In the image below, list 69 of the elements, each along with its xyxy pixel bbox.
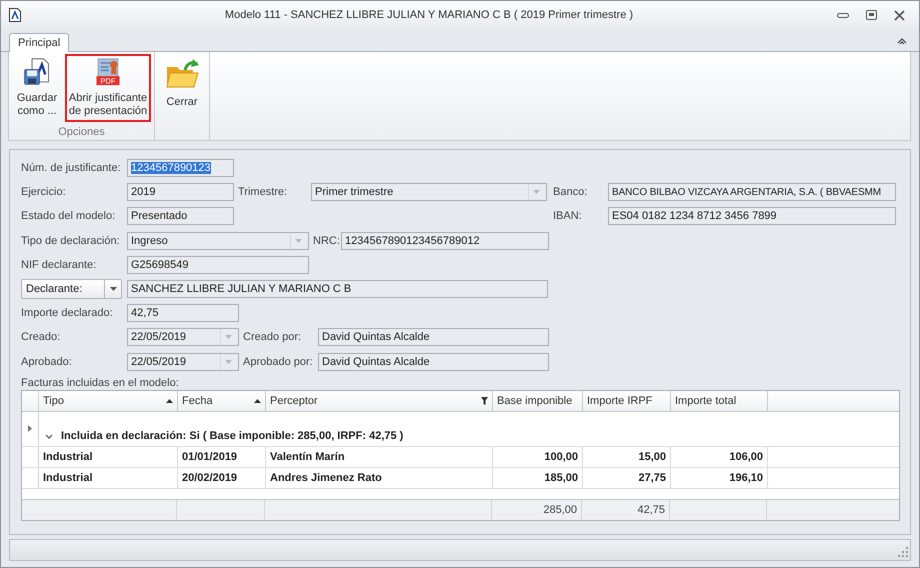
field-label: Estado del modelo: <box>21 210 116 222</box>
grid-caption: Facturas incluidas en el modelo: <box>21 376 180 390</box>
document-icon <box>9 8 21 22</box>
table-cell: Andres Jimenez Rato <box>266 468 493 488</box>
text-field[interactable]: 42,75 <box>127 304 239 322</box>
text-field[interactable]: Presentado <box>127 207 234 226</box>
field-label: Creado por: <box>243 331 302 344</box>
ribbon-tab[interactable]: Principal <box>9 33 70 52</box>
text-field[interactable]: 2019 <box>127 183 234 202</box>
field-label: NIF declarante: <box>21 258 98 271</box>
group-row-label: Incluida en declaración: Si ( Base imponible: 285,00, IRPF: 42,75 ) <box>61 430 404 442</box>
table-cell: Industrial <box>39 446 178 467</box>
field-label: IBAN: <box>553 210 583 222</box>
field-label: Tipo de declaración: <box>21 234 121 247</box>
field-label: Aprobado: <box>21 356 73 368</box>
total-value: 42,75 <box>637 504 665 516</box>
field-label: Ejercicio: <box>21 186 67 198</box>
column-header[interactable]: Importe IRPF <box>583 390 671 411</box>
table-cell: Industrial <box>39 468 178 488</box>
text-field[interactable]: David Quintas Alcalde <box>318 328 549 346</box>
table-cell: 01/01/2019 <box>178 446 266 467</box>
column-header[interactable]: Base imponible <box>493 390 583 411</box>
text-field[interactable]: BANCO BILBAO VIZCAYA ARGENTARIA, S.A. ( BBVAESMM <box>608 183 896 202</box>
field-label: Núm. de justificante: <box>21 162 122 174</box>
collapse-ribbon-icon[interactable] <box>897 37 907 45</box>
minimize-icon[interactable] <box>837 11 849 19</box>
row-indicator-icon <box>28 425 32 432</box>
total-value: 285,00 <box>543 504 577 516</box>
group-label: Opciones <box>58 126 105 140</box>
dropdown-field[interactable]: 22/05/2019 <box>127 328 239 346</box>
dropdown-field[interactable]: Ingreso <box>127 232 309 250</box>
column-header[interactable]: Importe total <box>671 390 768 411</box>
dropdown-field[interactable]: 22/05/2019 <box>127 352 239 371</box>
text-field[interactable]: 1234567890123456789012 <box>341 232 549 250</box>
table-cell: 185,00 <box>493 468 583 488</box>
declarant-type-dropdown[interactable]: Declarante: <box>21 279 122 300</box>
filter-icon[interactable] <box>481 396 488 405</box>
column-header[interactable]: Tipo <box>39 390 178 411</box>
table-cell: Valentín Marín <box>266 446 493 467</box>
folder-arrow-icon <box>165 58 199 90</box>
field-label: Trimestre: <box>238 186 288 198</box>
ribbon-button[interactable]: Cerrar <box>158 54 206 122</box>
text-field[interactable]: 1234567890123 <box>127 159 234 178</box>
field-label: Creado: <box>21 331 62 344</box>
table-cell: 20/02/2019 <box>178 468 266 488</box>
dropdown-arrow-icon <box>110 287 116 292</box>
text-field[interactable]: ES04 0182 1234 8712 3456 7899 <box>608 207 896 226</box>
maximize-icon[interactable] <box>866 10 877 20</box>
expand-icon[interactable] <box>45 434 53 439</box>
text-field[interactable]: G25698549 <box>127 256 309 274</box>
table-cell: 15,00 <box>583 446 671 467</box>
resize-grip-icon[interactable] <box>898 547 908 557</box>
table-cell: 106,00 <box>671 446 768 467</box>
text-field[interactable]: David Quintas Alcalde <box>318 352 549 371</box>
table-cell: 196,10 <box>671 468 768 488</box>
field-label: Importe declarado: <box>21 307 114 320</box>
table-cell: 100,00 <box>493 446 583 467</box>
close-icon[interactable] <box>894 10 905 20</box>
ribbon-button[interactable]: Guardar como ... <box>12 54 62 122</box>
field-label: Banco: <box>553 186 588 198</box>
table-cell: 27,75 <box>583 468 671 488</box>
dropdown-field[interactable]: Primer trimestre <box>311 183 547 202</box>
window-title: Modelo 111 - SANCHEZ LLIBRE JULIAN Y MARIANO C B ( 2019 Primer trimestre ) <box>224 9 634 21</box>
column-header[interactable]: Fecha <box>178 390 266 411</box>
column-header[interactable]: Perceptor <box>266 390 493 411</box>
text-field[interactable]: SANCHEZ LLIBRE JULIAN Y MARIANO C B <box>127 280 548 298</box>
ribbon-button[interactable]: PDF Abrir justificante de presentación <box>65 54 151 122</box>
field-label: Aprobado por: <box>243 356 314 368</box>
field-label: NRC: <box>313 234 341 247</box>
